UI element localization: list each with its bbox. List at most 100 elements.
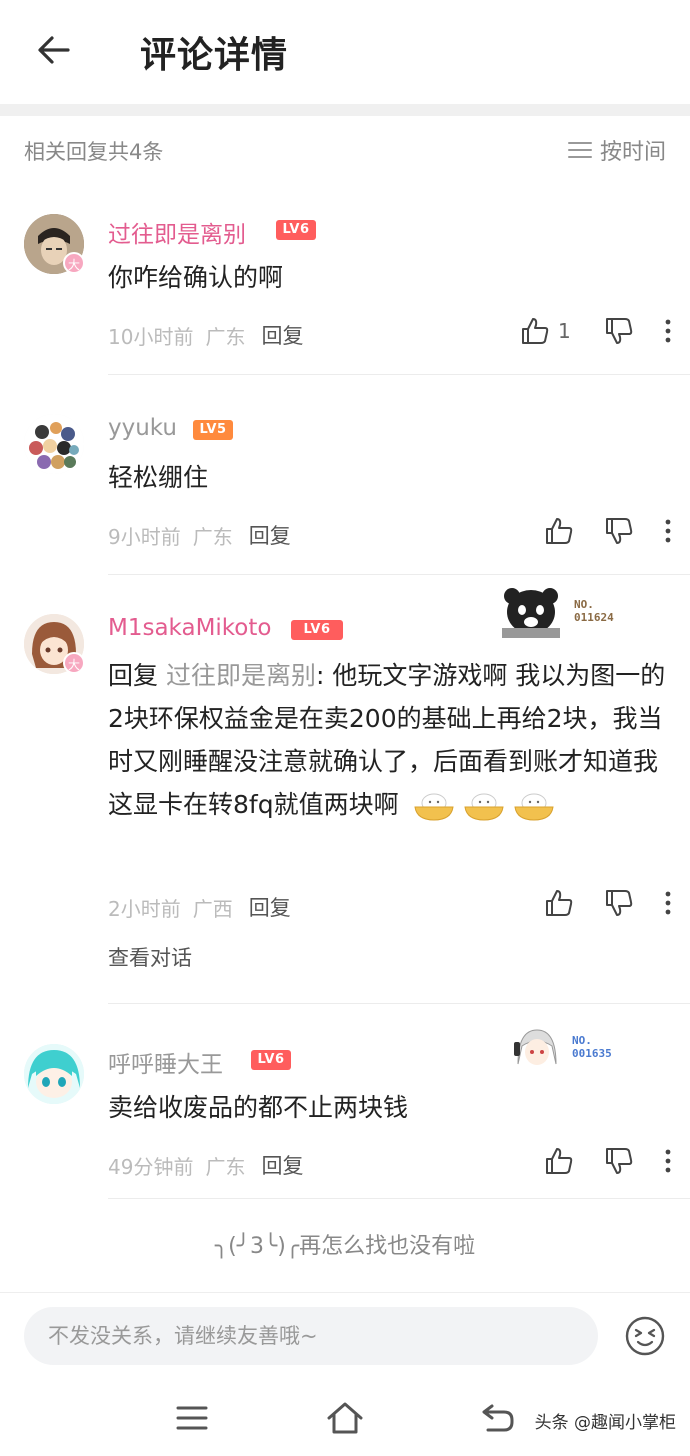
comment-content: 回复 过往即是离别: 他玩文字游戏啊 我以为图一的2块环保权益金是在卖200的基… (108, 654, 668, 826)
like-button[interactable] (544, 888, 574, 918)
level-badge: LV6 (251, 1050, 291, 1070)
sort-by-time-button[interactable]: 按时间 (567, 134, 666, 166)
home-icon[interactable] (325, 1400, 365, 1436)
reply-button[interactable]: 回复 (249, 892, 291, 922)
nft-collectible[interactable]: NO. 001635 (512, 1024, 612, 1070)
comment-divider (108, 574, 690, 575)
system-nav-bar: 头条 @趣闻小掌柜 (0, 1382, 690, 1456)
thumbs-down-icon (606, 318, 633, 344)
comment-meta: 49分钟前 广东 回复 (108, 1150, 303, 1180)
comment-location: 广西 (192, 896, 233, 921)
avatar[interactable] (24, 1044, 84, 1104)
nft-no-label: NO. (574, 598, 594, 611)
comment-text: 你咋给确认的啊 (108, 263, 284, 292)
emoji-group (413, 791, 555, 821)
thumbs-up-icon (546, 518, 573, 544)
more-vertical-icon (665, 891, 671, 915)
comment-username[interactable]: 呼呼睡大王 (108, 1045, 223, 1079)
more-options-button[interactable] (664, 319, 672, 343)
sort-label: 按时间 (599, 140, 666, 165)
like-button[interactable] (544, 1146, 574, 1176)
avatar-badge: 大 (63, 252, 85, 274)
header-divider (0, 104, 690, 116)
comment-username[interactable]: M1sakaMikoto (108, 615, 271, 641)
comment-actions (544, 888, 672, 918)
dislike-button[interactable] (604, 316, 634, 346)
sort-list-icon (567, 142, 592, 158)
end-of-list-text: ╮(╯3╰)╭再怎么找也没有啦 (214, 1234, 476, 1259)
dislike-button[interactable] (604, 1146, 634, 1176)
comment-actions: 1 (520, 316, 672, 346)
like-count: 1 (558, 319, 571, 343)
thumbs-down-icon (606, 1148, 633, 1174)
reply-button[interactable]: 回复 (261, 1150, 303, 1180)
avatar-badge: 大 (63, 652, 85, 674)
more-vertical-icon (665, 1149, 671, 1173)
comment-username[interactable]: 过往即是离别 (108, 215, 246, 249)
comment-location: 广东 (205, 1154, 246, 1179)
comment-meta: 2小时前 广西 回复 (108, 892, 291, 922)
level-badge: LV5 (193, 420, 233, 440)
more-options-button[interactable] (664, 1149, 672, 1173)
nft-collectible[interactable]: NO. 011624 (498, 584, 614, 638)
dumpling-bowl-emoji-icon (413, 793, 454, 821)
page-title: 评论详情 (140, 35, 289, 76)
like-button[interactable] (544, 516, 574, 546)
comment-divider (108, 1003, 690, 1004)
more-options-button[interactable] (664, 891, 672, 915)
back-nav-icon[interactable] (478, 1400, 518, 1436)
thumbs-up-icon (546, 890, 573, 916)
reply-prefix: 回复 (108, 661, 166, 690)
bear-avatar-icon (502, 588, 560, 638)
reply-button[interactable]: 回复 (249, 520, 291, 550)
anime-girl-avatar-icon (512, 1024, 562, 1070)
view-conversation-link[interactable]: 查看对话 (108, 942, 192, 972)
reply-button[interactable]: 回复 (261, 320, 303, 350)
comment-meta: 9小时前 广东 回复 (108, 520, 291, 550)
like-button[interactable]: 1 (520, 316, 578, 346)
back-arrow-icon[interactable] (34, 30, 74, 70)
dislike-button[interactable] (604, 516, 634, 546)
more-vertical-icon (665, 519, 671, 543)
nft-no-value: 011624 (574, 611, 614, 624)
comment-actions (544, 1146, 672, 1176)
emoji-icon[interactable] (624, 1315, 666, 1357)
reply-count: 相关回复共4条 (24, 140, 164, 164)
reply-subheader: 相关回复共4条 按时间 (0, 116, 690, 182)
comment-item: 大 过往即是离别 LV6 你咋给确认的啊 10小时前 广东 回复 1 (0, 200, 690, 376)
comment-input[interactable]: 不发没关系，请继续友善哦~ (24, 1307, 598, 1365)
comment-time: 49分钟前 (108, 1154, 194, 1179)
watermark: 头条 @趣闻小掌柜 (534, 1413, 676, 1433)
comment-item: 大 M1sakaMikoto LV6 NO. 011624 回复 过往即是离别:… (0, 588, 690, 1004)
comment-content: 卖给收废品的都不止两块钱 (108, 1086, 668, 1129)
dislike-button[interactable] (604, 888, 634, 918)
avatar-image (24, 414, 84, 474)
comment-text: 轻松绷住 (108, 463, 209, 492)
comment-meta: 10小时前 广东 回复 (108, 320, 303, 350)
comment-username[interactable]: yyuku (108, 415, 177, 441)
level-badge: LV6 (291, 620, 343, 640)
thumbs-up-icon (546, 1148, 573, 1174)
comment-location: 广东 (205, 324, 246, 349)
comment-divider (108, 1198, 690, 1199)
comment-item: yyuku LV5 轻松绷住 9小时前 广东 回复 (0, 400, 690, 576)
comment-item: 呼呼睡大王 LV6 NO. 001635 卖给收废品的都不止两块钱 49分钟前 … (0, 1024, 690, 1200)
comment-content: 轻松绷住 (108, 456, 668, 499)
comment-actions (544, 516, 672, 546)
thumbs-down-icon (606, 518, 633, 544)
more-options-button[interactable] (664, 519, 672, 543)
comment-divider (108, 374, 690, 375)
header-bar: 评论详情 (0, 0, 690, 104)
menu-icon[interactable] (172, 1400, 212, 1436)
dumpling-bowl-emoji-icon (513, 793, 554, 821)
avatar[interactable] (24, 414, 84, 474)
dumpling-bowl-emoji-icon (463, 793, 504, 821)
more-vertical-icon (665, 319, 671, 343)
comment-location: 广东 (192, 524, 233, 549)
comment-content: 你咋给确认的啊 (108, 256, 668, 299)
nft-no-label: NO. (572, 1034, 592, 1047)
avatar-image (24, 1044, 84, 1104)
reply-target-username[interactable]: 过往即是离别 (166, 661, 316, 690)
thumbs-up-icon (522, 318, 549, 344)
comment-text: 卖给收废品的都不止两块钱 (108, 1093, 409, 1122)
